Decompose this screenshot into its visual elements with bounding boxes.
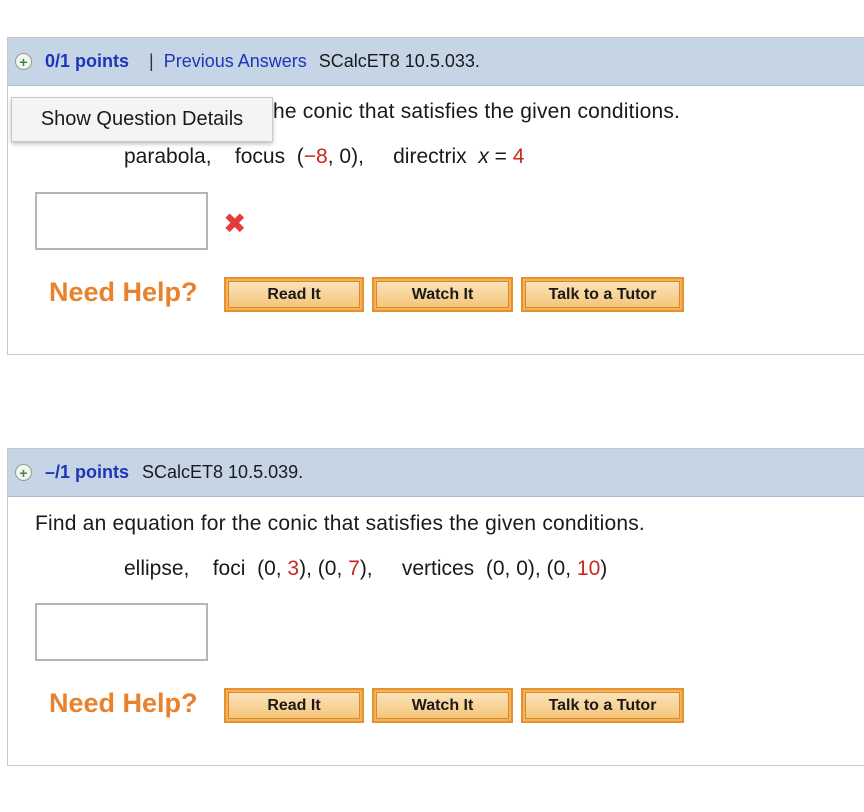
- question-2-ref: SCalcET8 10.5.039.: [142, 462, 304, 482]
- talk-to-tutor-button[interactable]: Talk to a Tutor: [521, 688, 684, 723]
- question-1-ref: SCalcET8 10.5.033.: [318, 51, 480, 71]
- directrix-label: directrix: [393, 145, 467, 168]
- read-it-label: Read It: [228, 692, 360, 719]
- answer-input-1[interactable]: [35, 192, 208, 250]
- foci-b-close: ),: [359, 557, 373, 580]
- read-it-button[interactable]: Read It: [224, 688, 364, 723]
- previous-answers-link[interactable]: Previous Answers: [164, 51, 307, 72]
- talk-to-tutor-label: Talk to a Tutor: [525, 281, 680, 308]
- conic-type: ellipse,: [124, 557, 190, 580]
- question-2-panel: + –/1 points SCalcET8 10.5.039. Find an …: [7, 448, 864, 766]
- vertices-b-close: ): [600, 557, 608, 580]
- need-help-label: Need Help?: [49, 277, 198, 307]
- foci-label: foci: [212, 557, 246, 580]
- question-1-points: 0/1 points: [45, 51, 130, 71]
- directrix-value: 4: [512, 145, 525, 168]
- expand-plus-icon[interactable]: +: [15, 53, 32, 70]
- watch-it-label: Watch It: [376, 692, 509, 719]
- foci-b-value: 7: [348, 557, 360, 580]
- focus-x-value: −8: [303, 145, 328, 168]
- read-it-button[interactable]: Read It: [224, 277, 364, 312]
- focus-label: focus: [234, 145, 286, 168]
- answer-input-2[interactable]: [35, 603, 208, 661]
- question-1-conditions: parabola, focus (−8, 0), directrix x = 4: [124, 145, 524, 169]
- question-2-header: + –/1 points SCalcET8 10.5.039.: [8, 449, 864, 497]
- watch-it-button[interactable]: Watch It: [372, 277, 513, 312]
- vertices-a: (0, 0), (0,: [485, 557, 577, 580]
- show-question-details-tooltip[interactable]: Show Question Details: [11, 97, 273, 142]
- vertices-label: vertices: [401, 557, 475, 580]
- focus-open: (: [296, 145, 304, 168]
- vertices-b-value: 10: [576, 557, 601, 580]
- foci-a-value: 3: [287, 557, 300, 580]
- talk-to-tutor-label: Talk to a Tutor: [525, 692, 680, 719]
- question-1-panel: + 0/1 points | Previous Answers SCalcET8…: [7, 37, 864, 355]
- directrix-equals: =: [494, 145, 507, 168]
- foci-a-close: ), (0,: [299, 557, 349, 580]
- watch-it-button[interactable]: Watch It: [372, 688, 513, 723]
- watch-it-label: Watch It: [376, 281, 509, 308]
- foci-a-open: (0,: [257, 557, 288, 580]
- need-help-label: Need Help?: [49, 688, 198, 718]
- question-2-prompt: Find an equation for the conic that sati…: [35, 512, 645, 535]
- directrix-variable: x: [478, 145, 489, 168]
- incorrect-x-icon: ✖: [223, 208, 247, 239]
- read-it-label: Read It: [228, 281, 360, 308]
- expand-plus-icon[interactable]: +: [15, 464, 32, 481]
- conic-type: parabola,: [124, 145, 212, 168]
- talk-to-tutor-button[interactable]: Talk to a Tutor: [521, 277, 684, 312]
- question-1-prompt: he conic that satisfies the given condit…: [273, 100, 681, 123]
- header-separator: |: [149, 51, 154, 71]
- question-1-header: + 0/1 points | Previous Answers SCalcET8…: [8, 38, 864, 86]
- question-2-conditions: ellipse, foci (0, 3), (0, 7), vertices (…: [124, 557, 607, 581]
- question-2-points: –/1 points: [45, 462, 130, 482]
- focus-rest: , 0),: [327, 145, 364, 168]
